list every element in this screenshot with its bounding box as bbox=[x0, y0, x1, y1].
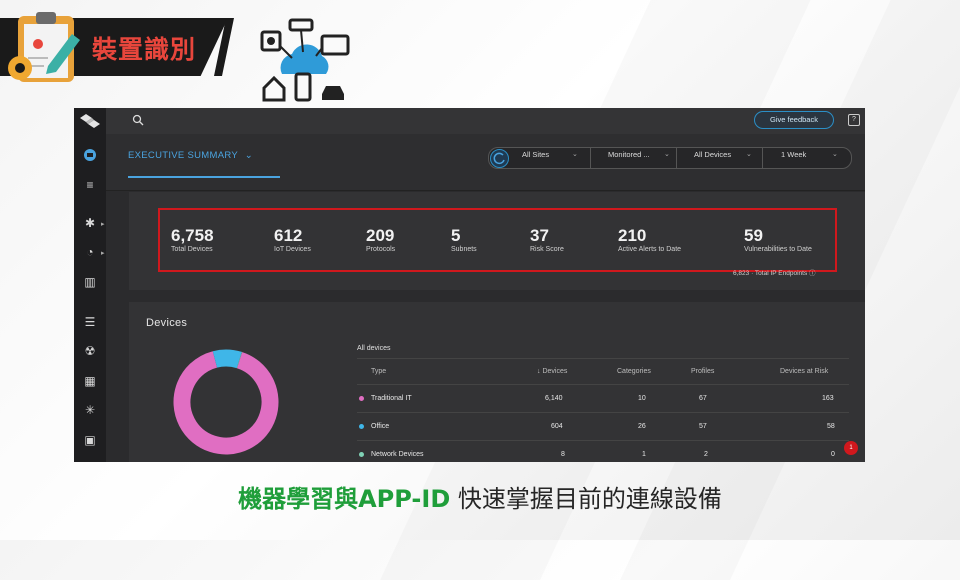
stat-subnets-value: 5 bbox=[451, 226, 461, 245]
grid-icon[interactable]: ▦ bbox=[82, 374, 98, 388]
stat-vulnerabilities-label: Vulnerabilities to Date bbox=[744, 246, 812, 253]
stat-total-devices-label: Total Devices bbox=[171, 246, 213, 253]
legend-dot-network-devices bbox=[359, 452, 364, 457]
table-divider bbox=[357, 440, 849, 441]
refresh-icon[interactable] bbox=[490, 149, 509, 168]
table-divider bbox=[357, 358, 849, 359]
row-profiles: 2 bbox=[704, 451, 708, 458]
clipboard-icon bbox=[8, 12, 80, 82]
filter-sites[interactable]: All Sites bbox=[522, 150, 549, 159]
stat-iot-devices-value: 612 bbox=[274, 226, 303, 245]
gauge-caret-icon: ▸ bbox=[101, 250, 105, 257]
stat-protocols-label: Protocols bbox=[366, 246, 396, 253]
tab-label: EXECUTIVE SUMMARY bbox=[128, 150, 238, 161]
chevron-down-icon: ⌄ bbox=[572, 151, 578, 158]
chevron-down-icon: ⌄ bbox=[664, 151, 670, 158]
tab-underline bbox=[128, 176, 280, 178]
stat-vulnerabilities-value: 59 bbox=[744, 226, 763, 245]
col-profiles[interactable]: Profiles bbox=[691, 368, 714, 375]
stats-highlight-box bbox=[158, 208, 837, 272]
stat-protocols-value: 209 bbox=[366, 226, 395, 245]
row-type-network-devices[interactable]: Network Devices bbox=[371, 451, 424, 458]
row-categories: 10 bbox=[638, 395, 646, 402]
row-at-risk: 58 bbox=[827, 423, 835, 430]
chevron-down-icon: ⌄ bbox=[832, 151, 838, 158]
row-profiles: 67 bbox=[699, 395, 707, 402]
slide-caption: 機器學習與APP-ID 快速掌握目前的連線設備 bbox=[0, 479, 960, 514]
col-categories[interactable]: Categories bbox=[617, 368, 651, 375]
row-at-risk: 163 bbox=[822, 395, 834, 402]
app-logo-icon bbox=[80, 114, 100, 128]
legend-dot-office bbox=[359, 424, 364, 429]
top-bar: Give feedback ? bbox=[106, 108, 865, 134]
filter-divider bbox=[676, 147, 677, 169]
page-title: 裝置識別 bbox=[92, 35, 197, 64]
row-type-office[interactable]: Office bbox=[371, 423, 389, 430]
row-categories: 26 bbox=[638, 423, 646, 430]
alert-caret-icon: ▸ bbox=[101, 221, 105, 228]
stat-active-alerts-label: Active Alerts to Date bbox=[618, 246, 682, 253]
help-icon[interactable]: ? bbox=[848, 114, 860, 126]
stat-subnets-label: Subnets bbox=[451, 246, 477, 253]
filter-divider bbox=[590, 147, 591, 169]
caption-highlight: 機器學習與APP-ID bbox=[238, 485, 451, 513]
stat-risk-score-label: Risk Score bbox=[530, 246, 564, 253]
chevron-down-icon: ⌄ bbox=[244, 150, 254, 161]
row-devices: 8 bbox=[561, 451, 565, 458]
row-devices: 604 bbox=[551, 423, 563, 430]
alert-icon[interactable]: ✱ bbox=[82, 216, 98, 230]
devices-donut-chart bbox=[173, 349, 279, 455]
filter-devices[interactable]: All Devices bbox=[694, 150, 731, 159]
row-devices: 6,140 bbox=[545, 395, 563, 402]
network-icon[interactable]: ✳ bbox=[82, 403, 98, 417]
col-devices[interactable]: ↓ Devices bbox=[537, 368, 567, 375]
legend-dot-traditional-it bbox=[359, 396, 364, 401]
all-devices-label: All devices bbox=[357, 345, 391, 352]
chevron-down-icon: ⌄ bbox=[746, 151, 752, 158]
server-icon[interactable]: ≡ bbox=[82, 178, 98, 192]
dashboard-icon[interactable] bbox=[82, 148, 98, 162]
row-profiles: 57 bbox=[699, 423, 707, 430]
give-feedback-button[interactable]: Give feedback bbox=[754, 111, 834, 129]
col-type[interactable]: Type bbox=[371, 368, 386, 375]
devices-title: Devices bbox=[146, 317, 188, 329]
app-screenshot: ≡ ✱ ▸ ◔ ▸ ▥ ☰ ☢ ▦ ✳ ▣ Give feedback ? EX… bbox=[74, 108, 865, 462]
gauge-icon[interactable]: ◔ bbox=[82, 245, 98, 259]
row-at-risk: 0 bbox=[831, 451, 835, 458]
filter-monitored[interactable]: Monitored ... bbox=[608, 150, 650, 159]
filter-divider bbox=[762, 147, 763, 169]
filter-bar: EXECUTIVE SUMMARY ⌄ All Sites ⌄ Monitore… bbox=[106, 134, 865, 191]
id-card-icon[interactable]: ▣ bbox=[82, 433, 98, 447]
caption-text: 快速掌握目前的連線設備 bbox=[450, 485, 722, 513]
stat-active-alerts-value: 210 bbox=[618, 226, 647, 245]
table-divider bbox=[357, 412, 849, 413]
stat-total-devices-value: 6,758 bbox=[171, 226, 214, 245]
radiation-icon[interactable]: ☢ bbox=[82, 344, 98, 358]
col-devices-at-risk[interactable]: Devices at Risk bbox=[780, 368, 828, 375]
iot-cloud-icon bbox=[260, 18, 350, 102]
table-divider bbox=[357, 384, 849, 385]
total-ip-endpoints: 6,823 · Total IP Endpoints ⓘ bbox=[733, 270, 816, 277]
bar-chart-icon[interactable]: ▥ bbox=[82, 275, 98, 289]
list-icon[interactable]: ☰ bbox=[82, 315, 98, 329]
stat-iot-devices-label: IoT Devices bbox=[274, 246, 311, 253]
row-categories: 1 bbox=[642, 451, 646, 458]
search-icon[interactable] bbox=[132, 114, 144, 126]
tab-executive-summary[interactable]: EXECUTIVE SUMMARY ⌄ bbox=[128, 150, 253, 161]
sidebar: ≡ ✱ ▸ ◔ ▸ ▥ ☰ ☢ ▦ ✳ ▣ bbox=[74, 108, 106, 462]
filter-time-range[interactable]: 1 Week bbox=[781, 150, 806, 159]
stat-risk-score-value: 37 bbox=[530, 226, 549, 245]
row-type-traditional-it[interactable]: Traditional IT bbox=[371, 395, 412, 402]
notification-badge[interactable]: 1 bbox=[844, 441, 858, 455]
